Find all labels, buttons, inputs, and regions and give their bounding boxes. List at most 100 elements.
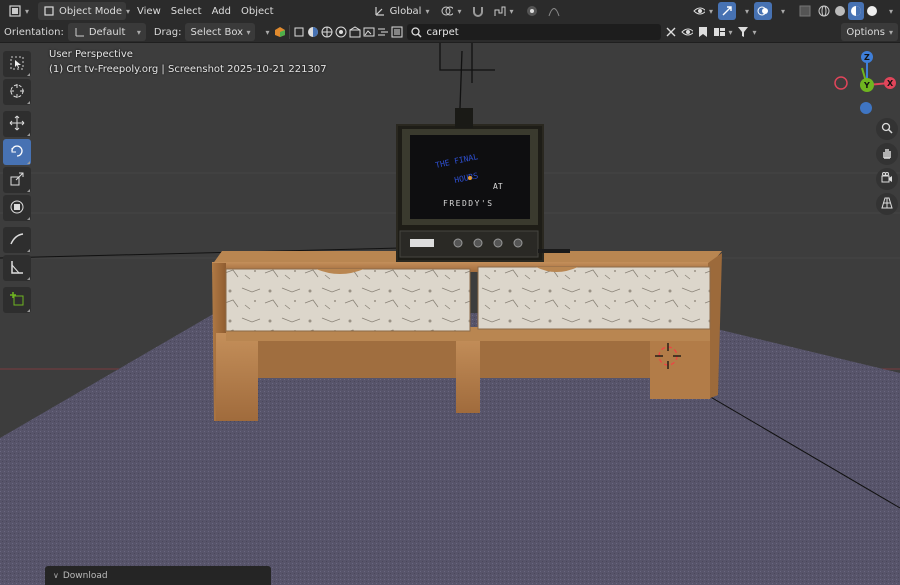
- mesh-filter-icon[interactable]: [293, 26, 305, 38]
- snap-increment-icon: [494, 5, 506, 17]
- magnet-icon: [472, 5, 484, 17]
- pivot-icon: [441, 5, 454, 17]
- tool-shelf: [3, 51, 33, 315]
- proportional-edit-icon: [526, 5, 538, 17]
- camera-view-button[interactable]: [876, 168, 898, 190]
- tv-screen-line-3: AT: [493, 182, 503, 191]
- drawer-left: [225, 268, 471, 332]
- scale-icon: [9, 171, 25, 190]
- origin-dot: [468, 176, 472, 180]
- pan-button[interactable]: [876, 143, 898, 165]
- tool-settings-bar: Orientation: Default ▾ Drag: Select Box …: [0, 22, 900, 43]
- shading-options[interactable]: ▾: [880, 2, 898, 20]
- solid-icon: [834, 5, 846, 17]
- layout-icon[interactable]: [713, 26, 725, 38]
- hand-pan-icon: [881, 147, 893, 162]
- chevron-down-icon: ▾: [780, 6, 785, 16]
- perspective-toggle-button[interactable]: [876, 193, 898, 215]
- search-field[interactable]: carpet: [406, 24, 661, 40]
- bookmark-icon[interactable]: [697, 26, 709, 38]
- xray-icon: [799, 5, 811, 17]
- transform-orientation-select[interactable]: Global ▾: [369, 2, 435, 20]
- orientation-axes-icon: [374, 5, 386, 17]
- scene-filter-icon[interactable]: [349, 26, 361, 38]
- shading-solid[interactable]: [832, 2, 848, 20]
- tool-select-box[interactable]: [3, 51, 31, 77]
- filter-funnel-icon[interactable]: [737, 26, 749, 38]
- mode-select[interactable]: Object Mode ▾: [38, 2, 130, 20]
- falloff-select[interactable]: [543, 2, 565, 20]
- menu-object[interactable]: Object: [236, 2, 279, 20]
- chevron-down-icon: ▾: [425, 6, 430, 16]
- clear-search-icon[interactable]: [665, 26, 677, 38]
- add-cube-icon: [9, 291, 25, 310]
- menu-add[interactable]: Add: [207, 2, 236, 20]
- image-filter-icon[interactable]: [363, 26, 375, 38]
- chevron-down-icon[interactable]: ▾: [729, 28, 733, 37]
- filter-collapse-icon[interactable]: ▾: [265, 28, 269, 37]
- object-info-label: (1) Crt tv-Freepoly.org | Screenshot 202…: [49, 64, 327, 75]
- orientation-label: Global: [389, 5, 422, 17]
- brush-filter-icon[interactable]: [391, 26, 403, 38]
- falloff-curve-icon: [548, 5, 560, 17]
- tool-rotate[interactable]: [3, 139, 31, 165]
- shading-rendered[interactable]: [864, 2, 880, 20]
- object-type-filter-icon[interactable]: [274, 26, 286, 38]
- zoom-button[interactable]: [876, 118, 898, 140]
- gizmo-z-negative: [860, 102, 872, 114]
- overlay-toggle[interactable]: [753, 2, 772, 20]
- orientation-select[interactable]: Default ▾: [67, 23, 146, 41]
- tool-transform[interactable]: [3, 195, 31, 221]
- material-icon: [850, 5, 862, 17]
- tool-add-cube[interactable]: [3, 287, 31, 313]
- options-label: Options: [846, 26, 885, 38]
- snap-options[interactable]: ▾: [489, 2, 519, 20]
- snap-toggle[interactable]: [467, 2, 489, 20]
- gizmo-toggle[interactable]: [717, 2, 736, 20]
- chevron-down-icon: ▾: [246, 27, 251, 37]
- tool-scale[interactable]: [3, 167, 31, 193]
- tv-screen-line-4: FREDDY'S: [443, 199, 494, 208]
- xray-toggle[interactable]: [794, 2, 816, 20]
- chevron-down-icon: ▾: [136, 27, 141, 37]
- shading-material[interactable]: [847, 2, 864, 20]
- mode-label: Object Mode: [59, 5, 123, 17]
- pivot-button[interactable]: ▾: [436, 2, 466, 20]
- eye-icon: [693, 5, 705, 17]
- grid-icon: [9, 5, 21, 17]
- orientation-value: Default: [88, 26, 126, 38]
- chevron-down-icon: ▾: [509, 6, 514, 16]
- drag-caption: Drag:: [153, 26, 182, 38]
- menu-view[interactable]: View: [132, 2, 166, 20]
- object-mode-icon: [43, 5, 55, 17]
- node-filter-icon[interactable]: [377, 26, 389, 38]
- options-button[interactable]: Options ▾: [841, 23, 898, 41]
- drag-select[interactable]: Select Box ▾: [185, 23, 256, 41]
- search-icon: [411, 26, 423, 38]
- chevron-down-icon[interactable]: ▾: [753, 28, 757, 37]
- proportional-edit-toggle[interactable]: [521, 2, 543, 20]
- gizmo-z-label: Z: [864, 53, 870, 62]
- eye-icon[interactable]: [680, 26, 693, 38]
- world-filter-icon[interactable]: [321, 26, 333, 38]
- chevron-down-icon: ▾: [888, 27, 893, 37]
- tool-annotate[interactable]: [3, 227, 31, 253]
- scene-render: THE FINAL HOURS AT FREDDY'S Z Y X: [0, 43, 900, 585]
- shading-wireframe[interactable]: [816, 2, 832, 20]
- crt-tv: THE FINAL HOURS AT FREDDY'S: [396, 108, 570, 262]
- tool-move[interactable]: [3, 111, 31, 137]
- tool-measure[interactable]: [3, 255, 31, 281]
- viewport-header: ▾ Object Mode ▾ View Select Add Object G…: [0, 0, 900, 22]
- 3d-viewport[interactable]: THE FINAL HOURS AT FREDDY'S Z Y X User P…: [0, 43, 900, 585]
- texture-filter-icon[interactable]: [335, 26, 347, 38]
- editor-type-button[interactable]: ▾: [4, 2, 34, 20]
- gizmo-options[interactable]: ▾: [736, 2, 754, 20]
- tool-cursor[interactable]: [3, 79, 31, 105]
- material-filter-icon[interactable]: [307, 26, 319, 38]
- last-operation-panel[interactable]: ∨ Download: [45, 566, 271, 585]
- overlay-options[interactable]: ▾: [772, 2, 790, 20]
- annotate-icon: [9, 231, 25, 250]
- menu-select[interactable]: Select: [166, 2, 207, 20]
- viewport-navigation: [876, 118, 900, 218]
- visibility-select[interactable]: ▾: [688, 2, 718, 20]
